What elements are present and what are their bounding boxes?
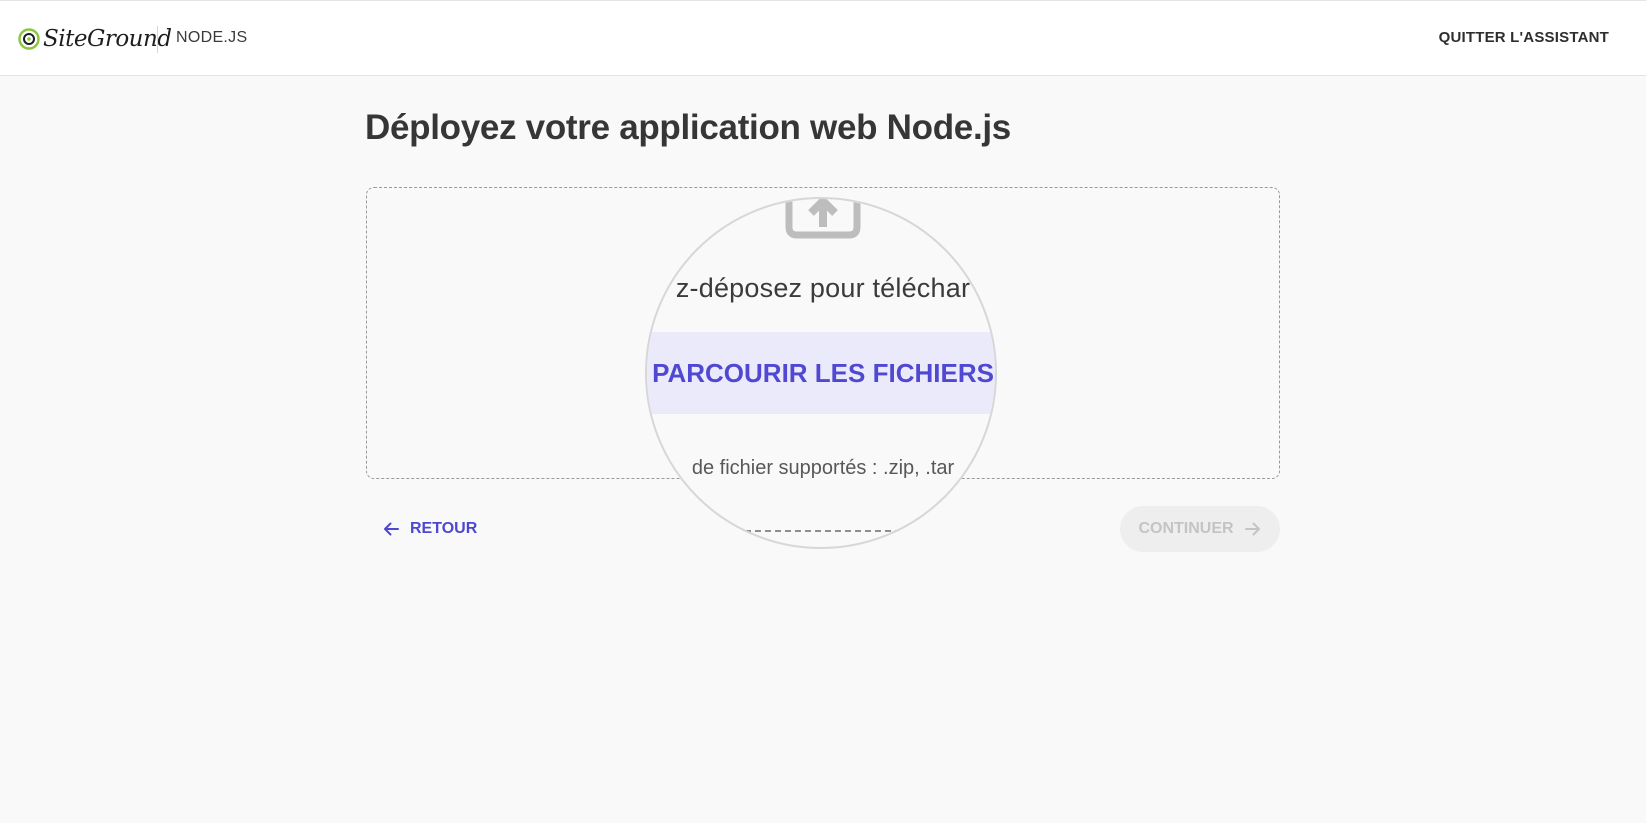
magnifier-lens: z-déposez pour téléchar PARCOURIR LES FI… bbox=[645, 197, 997, 549]
siteground-logo-icon bbox=[18, 28, 40, 50]
quit-wizard-button[interactable]: QUITTER L'ASSISTANT bbox=[1439, 29, 1609, 46]
page-title: Déployez votre application web Node.js bbox=[365, 108, 1011, 147]
continue-button-label: CONTINUER bbox=[1138, 520, 1234, 537]
browse-files-label: PARCOURIR LES FICHIERS bbox=[652, 357, 994, 388]
brand-name: SiteGround bbox=[43, 26, 172, 52]
header-divider bbox=[157, 26, 158, 53]
siteground-logo[interactable]: SiteGround bbox=[18, 23, 172, 55]
dropzone-border-magnified bbox=[745, 530, 901, 532]
back-button[interactable]: RETOUR bbox=[382, 506, 477, 552]
browse-files-button[interactable]: PARCOURIR LES FICHIERS bbox=[647, 332, 995, 414]
continue-button[interactable]: CONTINUER bbox=[1120, 506, 1280, 552]
upload-icon bbox=[785, 199, 861, 239]
arrow-right-icon bbox=[1244, 522, 1260, 536]
app-name: NODE.JS bbox=[176, 29, 248, 46]
supported-formats-text: de fichier supportés : .zip, .tar bbox=[691, 457, 955, 479]
top-header: SiteGround NODE.JS QUITTER L'ASSISTANT bbox=[0, 0, 1646, 76]
back-button-label: RETOUR bbox=[410, 520, 478, 537]
drop-hint-text: z-déposez pour téléchar bbox=[675, 273, 971, 303]
arrow-left-icon bbox=[384, 522, 399, 536]
